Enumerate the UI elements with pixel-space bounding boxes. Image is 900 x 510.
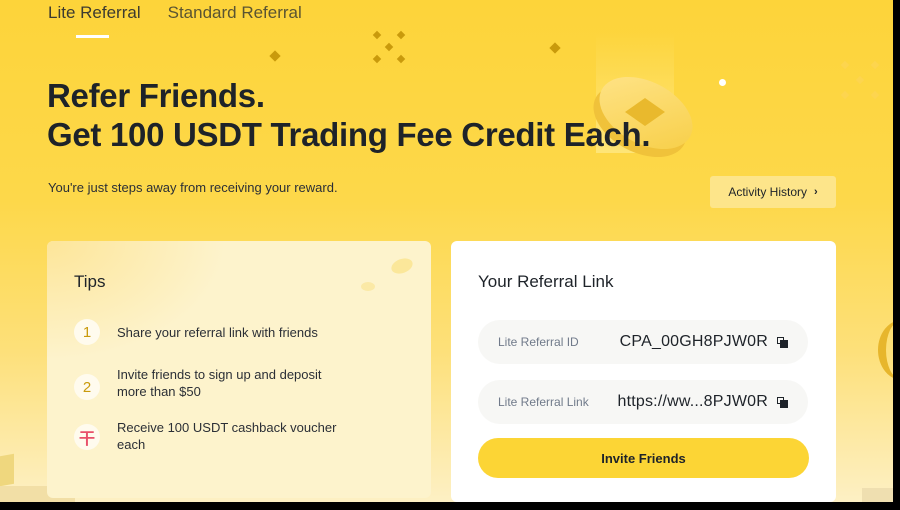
diamond-decoration xyxy=(384,42,394,52)
invite-friends-button[interactable]: Invite Friends xyxy=(478,438,809,478)
tab-lite-referral[interactable]: Lite Referral xyxy=(48,3,141,23)
activity-history-label: Activity History xyxy=(728,185,807,199)
referral-page: Lite Referral Standard Referral Refer Fr… xyxy=(0,0,893,502)
diamond-decoration xyxy=(269,50,281,62)
referral-id-value: CPA_00GH8PJW0R xyxy=(619,333,768,350)
coin-decoration xyxy=(361,282,375,291)
tab-standard-referral[interactable]: Standard Referral xyxy=(168,3,302,23)
activity-history-button[interactable]: Activity History › xyxy=(710,176,836,208)
tip-text: Invite friends to sign up and deposit mo… xyxy=(117,367,322,399)
diamond-decoration xyxy=(870,90,880,100)
page-title: Refer Friends. Get 100 USDT Trading Fee … xyxy=(47,76,651,154)
diamond-decoration xyxy=(396,30,406,40)
tip-text: Receive 100 USDT cashback voucher each xyxy=(117,420,337,452)
tip-item: 1 Share your referral link with friends xyxy=(74,319,347,345)
referral-id-label: Lite Referral ID xyxy=(498,335,579,349)
diamond-decoration xyxy=(549,42,561,54)
floor-decoration xyxy=(0,453,14,487)
title-line-1: Refer Friends. xyxy=(47,77,265,114)
referral-card-title: Your Referral Link xyxy=(478,272,614,291)
referral-link-value: https://ww...8PJW0R xyxy=(617,393,768,410)
active-tab-indicator xyxy=(76,35,109,38)
diamond-decoration xyxy=(855,75,865,85)
diamond-decoration xyxy=(372,30,382,40)
page-subtitle: You're just steps away from receiving yo… xyxy=(48,180,338,195)
diamond-decoration xyxy=(840,60,850,70)
side-coin-illustration xyxy=(878,320,893,380)
referral-id-field: Lite Referral ID CPA_00GH8PJW0R xyxy=(478,320,808,364)
referral-link-card: Your Referral Link Lite Referral ID CPA_… xyxy=(451,241,836,502)
title-line-2: Get 100 USDT Trading Fee Credit Each. xyxy=(47,116,651,153)
tip-item: 2 Invite friends to sign up and deposit … xyxy=(74,367,347,400)
referral-tabs: Lite Referral Standard Referral xyxy=(48,3,302,23)
chevron-right-icon: › xyxy=(814,186,818,198)
copy-icon[interactable] xyxy=(777,336,788,348)
tip-text: Share your referral link with friends xyxy=(117,325,318,340)
copy-icon[interactable] xyxy=(777,396,788,408)
step-number-badge: 2 xyxy=(74,374,100,400)
sparkle-dot xyxy=(719,79,726,86)
referral-link-label: Lite Referral Link xyxy=(498,395,589,409)
diamond-decoration xyxy=(870,60,880,70)
diamond-decoration xyxy=(372,54,382,64)
gift-icon: ⼲ xyxy=(74,424,100,450)
tips-card: Tips 1 Share your referral link with fri… xyxy=(47,241,431,498)
step-number-badge: 1 xyxy=(74,319,100,345)
floor-decoration xyxy=(862,488,893,502)
diamond-decoration xyxy=(840,90,850,100)
tip-item: ⼲ Receive 100 USDT cashback voucher each xyxy=(74,420,347,453)
tips-title: Tips xyxy=(74,272,106,291)
referral-link-field: Lite Referral Link https://ww...8PJW0R xyxy=(478,380,808,424)
diamond-decoration xyxy=(396,54,406,64)
